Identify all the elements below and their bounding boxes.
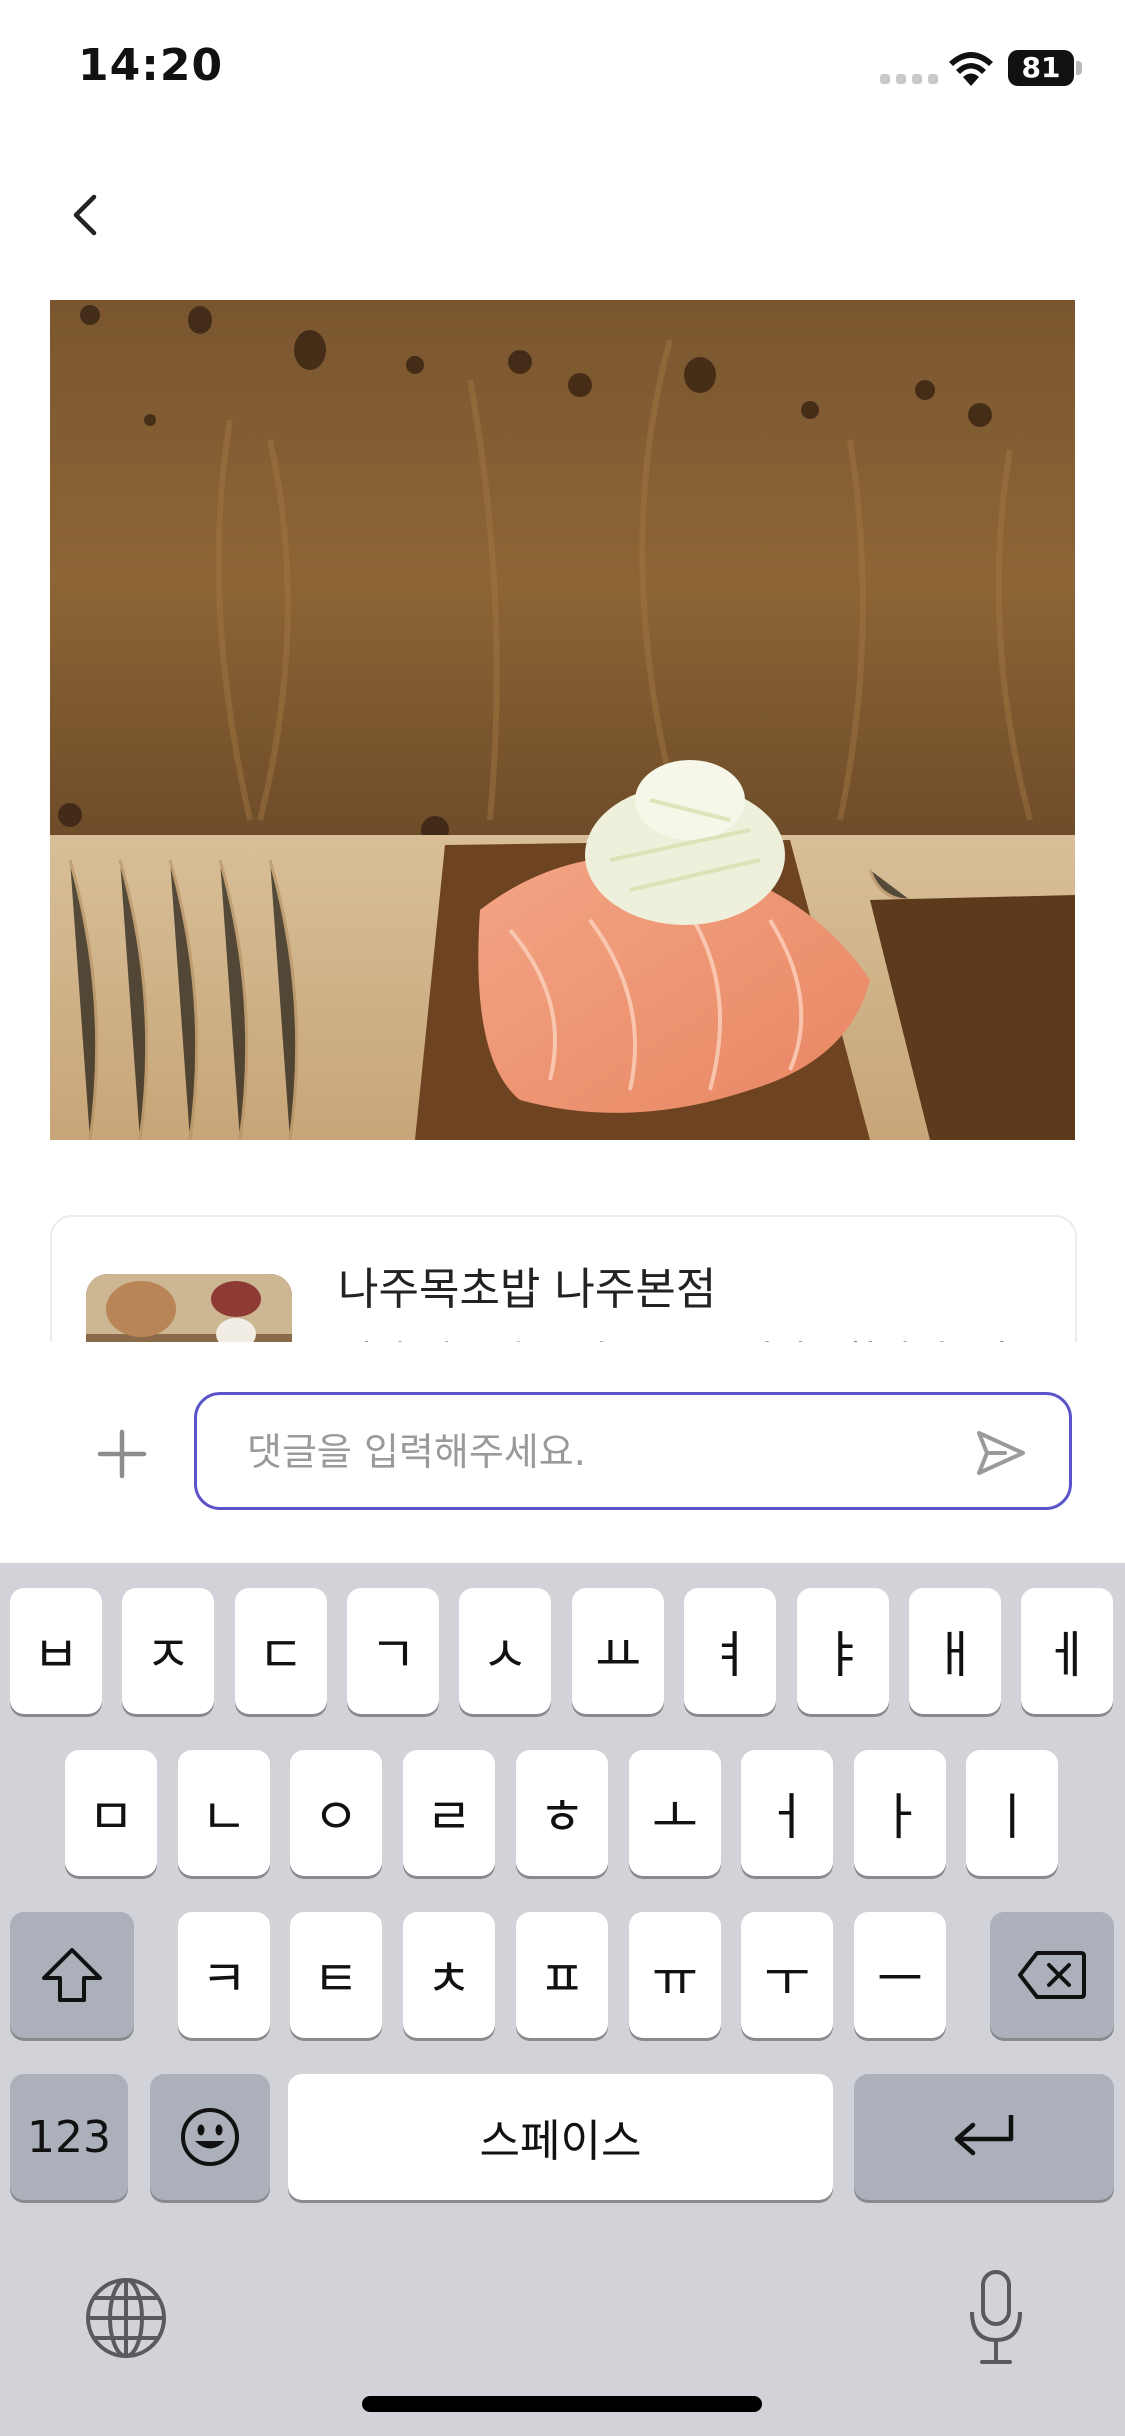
key[interactable]: ㅌ [290, 1912, 382, 2038]
emoji-icon [181, 2108, 239, 2166]
key[interactable]: ㄷ [235, 1588, 327, 1714]
key[interactable]: ㅣ [966, 1750, 1058, 1876]
key[interactable]: ㄱ [347, 1588, 439, 1714]
key[interactable]: ㅡ [854, 1912, 946, 2038]
microphone-icon [970, 2270, 1022, 2364]
key[interactable]: ㅕ [684, 1588, 776, 1714]
microphone-button[interactable] [966, 2268, 1026, 2368]
status-time: 14:20 [78, 40, 224, 91]
send-icon [977, 1431, 1025, 1475]
key[interactable]: ㅔ [1021, 1588, 1113, 1714]
comment-input[interactable] [245, 1395, 929, 1509]
globe-icon [86, 2278, 166, 2358]
key[interactable]: ㅍ [516, 1912, 608, 2038]
key[interactable]: ㄹ [403, 1750, 495, 1876]
battery-tip [1076, 61, 1082, 75]
key[interactable]: ㅜ [741, 1912, 833, 2038]
return-key[interactable] [854, 2074, 1114, 2200]
battery-icon: 81 [1008, 50, 1074, 86]
globe-button[interactable] [84, 2276, 168, 2360]
plus-icon [97, 1429, 147, 1479]
emoji-key[interactable] [150, 2074, 270, 2200]
space-key[interactable]: 스페이스 [288, 2074, 833, 2200]
key[interactable]: ㅏ [854, 1750, 946, 1876]
key[interactable]: ㅐ [909, 1588, 1001, 1714]
return-icon [954, 2115, 1014, 2156]
send-button[interactable] [973, 1425, 1029, 1481]
back-button[interactable] [60, 180, 110, 250]
shift-icon [42, 1948, 102, 2002]
comment-field[interactable] [194, 1392, 1072, 1510]
key[interactable]: ㅛ [572, 1588, 664, 1714]
status-bar: 14:20 81 [0, 0, 1125, 140]
key[interactable]: ㅇ [290, 1750, 382, 1876]
review-photo[interactable] [50, 300, 1075, 1140]
key[interactable]: ㅂ [10, 1588, 102, 1714]
cellular-signal-icon [880, 74, 938, 84]
add-attachment-button[interactable] [92, 1424, 152, 1484]
keyboard: ㅂ ㅈ ㄷ ㄱ ㅅ ㅛ ㅕ ㅑ ㅐ ㅔ ㅁ ㄴ ㅇ ㄹ ㅎ ㅗ ㅓ ㅏ ㅣ ㅋ … [0, 1563, 1125, 2436]
wifi-icon [949, 52, 993, 86]
key[interactable]: ㄴ [178, 1750, 270, 1876]
key[interactable]: ㅠ [629, 1912, 721, 2038]
chevron-left-icon [73, 194, 97, 236]
key[interactable]: ㅈ [122, 1588, 214, 1714]
key[interactable]: ㅊ [403, 1912, 495, 2038]
key[interactable]: ㅑ [797, 1588, 889, 1714]
home-indicator[interactable] [362, 2396, 762, 2412]
key[interactable]: ㅗ [629, 1750, 721, 1876]
restaurant-name: 나주목초밥 나주본점 [338, 1264, 717, 1315]
salmon-sashimi-image [50, 300, 1075, 1140]
key[interactable]: ㅋ [178, 1912, 270, 2038]
key[interactable]: ㅓ [741, 1750, 833, 1876]
backspace-icon [1018, 1951, 1086, 1999]
delete-key[interactable] [990, 1912, 1114, 2038]
key[interactable]: ㅎ [516, 1750, 608, 1876]
shift-key[interactable] [10, 1912, 134, 2038]
key[interactable]: ㅁ [65, 1750, 157, 1876]
key[interactable]: ㅅ [459, 1588, 551, 1714]
numbers-key[interactable]: 123 [10, 2074, 128, 2200]
